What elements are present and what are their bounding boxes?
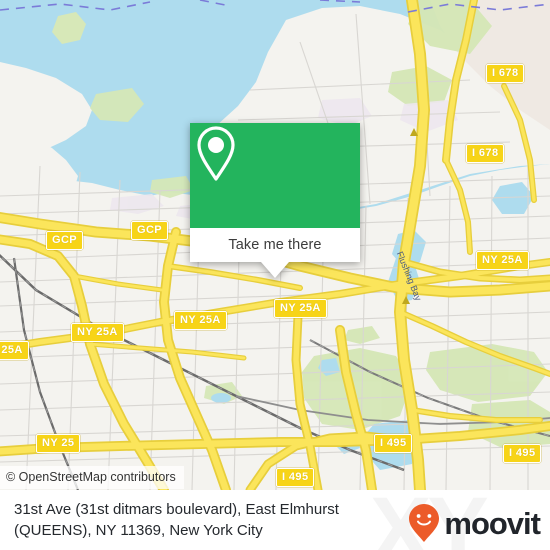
location-popup-card[interactable]: Take me there xyxy=(190,123,360,278)
address-line-1: 31st Ave (31st ditmars boulevard), East … xyxy=(14,501,339,518)
shield-i-678-south[interactable]: I 678 xyxy=(466,144,505,163)
shield-ny-25a-west[interactable]: NY 25A xyxy=(71,323,124,342)
shield-i-495-east[interactable]: I 495 xyxy=(503,444,542,463)
map-canvas[interactable]: Flushing Bay I 678 I 678 GCP GCP NY 25A … xyxy=(0,0,550,490)
location-pin-icon xyxy=(197,126,235,181)
shield-ny-25a-mid[interactable]: NY 25A xyxy=(174,311,227,330)
shield-i-678-north[interactable]: I 678 xyxy=(486,64,525,83)
address-caption: 31st Ave (31st ditmars boulevard), East … xyxy=(14,499,414,541)
shield-i-495-south[interactable]: I 495 xyxy=(276,468,315,487)
footer-bar: XY 31st Ave (31st ditmars boulevard), Ea… xyxy=(0,490,550,550)
take-me-there-label: Take me there xyxy=(228,237,322,253)
moovit-smiley-pin-icon xyxy=(409,504,440,542)
map-screenshot: Flushing Bay I 678 I 678 GCP GCP NY 25A … xyxy=(0,0,550,550)
shield-ny-25a-center[interactable]: NY 25A xyxy=(274,299,327,318)
shield-gcp-east[interactable]: GCP xyxy=(131,221,169,240)
shield-ny-25a-east[interactable]: NY 25A xyxy=(476,251,529,270)
moovit-wordmark: moovit xyxy=(444,505,541,541)
popup-header xyxy=(190,123,360,228)
shield-ny-25a-edge[interactable]: NY 25A xyxy=(0,341,29,360)
shield-ny-25[interactable]: NY 25 xyxy=(36,434,81,453)
popup-pointer-tail xyxy=(261,262,289,278)
shield-i-495-center[interactable]: I 495 xyxy=(374,434,413,453)
popup-footer[interactable]: Take me there xyxy=(190,228,360,278)
address-line-2: (QUEENS), NY 11369, New York City xyxy=(14,522,263,539)
osm-attribution[interactable]: © OpenStreetMap contributors xyxy=(0,466,184,489)
moovit-brand[interactable]: moovit xyxy=(407,503,541,543)
shield-gcp-west[interactable]: GCP xyxy=(46,231,84,250)
